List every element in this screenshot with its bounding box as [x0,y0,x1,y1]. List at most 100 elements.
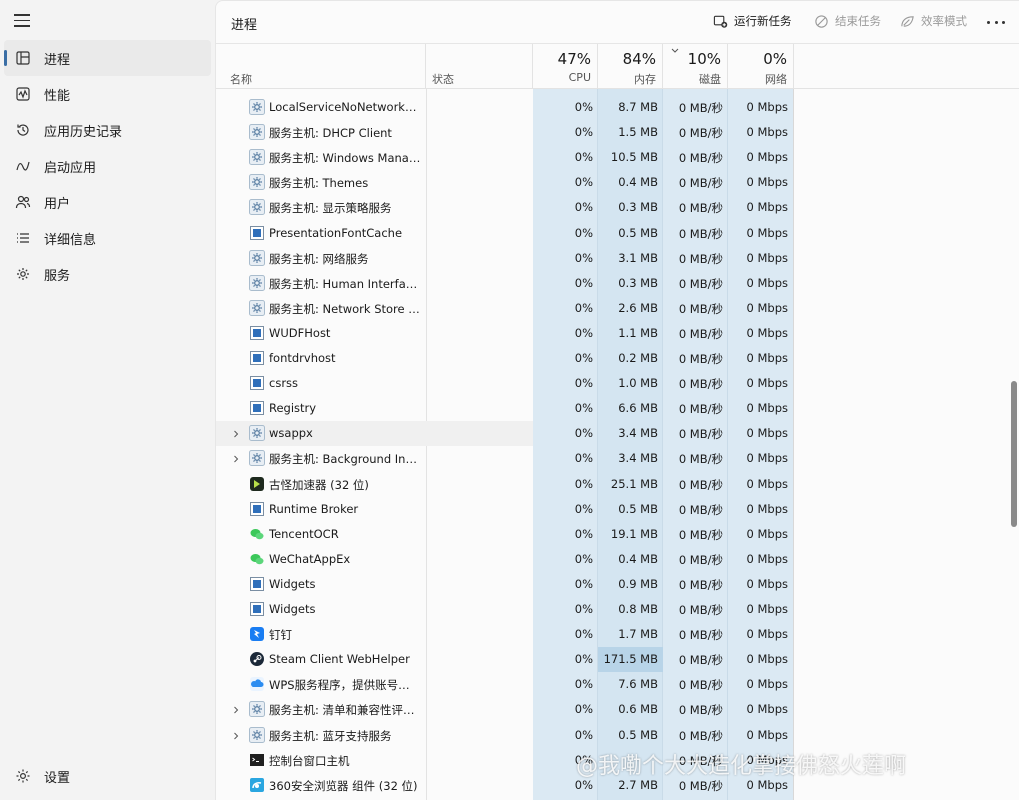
table-row[interactable]: 服务主机: Background Intelli... 0% 3.4 MB 0 MB/… [216,446,794,471]
table-row[interactable]: 服务主机: Windows Manage... 0% 10.5 MB 0 MB/秒 0 … [216,145,794,170]
cpu-value: 0% [574,275,593,290]
table-row[interactable]: PresentationFontCache 0% 0.5 MB 0 MB/秒 0 Mbp… [216,221,794,246]
table-row[interactable]: 服务主机: 蓝牙支持服务 0% 0.5 MB 0 MB/秒 0 Mbps [216,723,794,748]
table-row[interactable]: 服务主机: Human Interface ... 0% 0.3 MB 0 MB/秒 0… [216,271,794,296]
network-value: 0 Mbps [746,702,789,717]
table-row[interactable]: Steam Client WebHelper 0% 171.5 MB 0 MB/秒 0 … [216,647,794,673]
network-value: 0 Mbps [746,476,789,491]
table-row[interactable]: WPS服务程序，提供账号登录... 0% 7.6 MB 0 MB/秒 0 Mbps [216,672,794,697]
run-new-task-button[interactable]: 运行新任务 [713,13,792,29]
table-row[interactable]: 服务主机: Network Store Int... 0% 2.6 MB 0 MB/秒… [216,296,794,321]
chevron-right-icon[interactable] [231,428,241,438]
process-name: 服务主机: 显示策略服务 [269,201,392,216]
process-name: Steam Client WebHelper [269,652,410,667]
process-name: 服务主机: Windows Manage... [269,151,421,166]
disk-value: 0 MB/秒 [678,101,723,115]
table-row[interactable]: 服务主机: 显示策略服务 0% 0.3 MB 0 MB/秒 0 Mbps [216,195,794,220]
memory-value: 2.6 MB [618,300,658,315]
chevron-right-icon[interactable] [231,730,241,740]
network-value: 0 Mbps [746,200,789,215]
table-row[interactable]: 钉钉 0% 1.7 MB 0 MB/秒 0 Mbps [216,622,794,647]
column-disk[interactable]: 10% 磁盘 [663,44,728,89]
process-name: Widgets [269,576,316,591]
memory-value: 0.4 MB [618,175,658,190]
sidebar-item-label: 详细信息 [44,232,97,248]
table-row[interactable]: csrss 0% 1.0 MB 0 MB/秒 0 Mbps [216,371,794,396]
sidebar-item-settings[interactable]: 设置 [4,758,211,794]
row-status-cell [426,497,533,522]
row-status-cell [426,145,533,170]
network-value: 0 Mbps [746,376,789,391]
table-row[interactable]: LocalServiceNoNetworkFire... 0% 8.7 MB 0 MB… [216,95,794,120]
memory-label: 内存 [634,73,656,86]
window-app-icon [249,375,265,391]
accelerator-app-icon [249,476,265,492]
vertical-scrollbar[interactable] [1011,381,1017,527]
processes-icon [14,49,32,67]
sidebar-item-app-history[interactable]: 应用历史记录 [4,112,211,148]
process-name: Runtime Broker [269,501,359,516]
process-name: 服务主机: Human Interface ... [269,276,421,291]
sidebar-item-users[interactable]: 用户 [4,184,211,220]
efficiency-mode-button[interactable]: 效率模式 [900,13,967,29]
page-title: 进程 [231,18,258,33]
cpu-value: 0% [574,627,593,642]
table-row[interactable]: 服务主机: DHCP Client 0% 1.5 MB 0 MB/秒 0 Mbps [216,120,794,145]
row-status-cell [426,672,533,697]
process-name: TencentOCR [269,526,339,541]
chevron-right-icon[interactable] [231,453,241,463]
table-row[interactable]: 古怪加速器 (32 位) 0% 25.1 MB 0 MB/秒 0 Mbps [216,472,794,497]
table-row[interactable]: WeChatAppEx 0% 0.4 MB 0 MB/秒 0 Mbps [216,547,794,572]
cpu-value: 0% [574,376,593,391]
table-row[interactable]: Registry 0% 6.6 MB 0 MB/秒 0 Mbps [216,396,794,421]
sidebar-item-performance[interactable]: 性能 [4,76,211,112]
wechat-icon [249,551,265,567]
cpu-value: 0% [574,476,593,491]
table-row[interactable]: wsappx 0% 3.4 MB 0 MB/秒 0 Mbps [216,421,794,447]
table-row[interactable]: 服务主机: 网络服务 0% 3.1 MB 0 MB/秒 0 Mbps [216,246,794,271]
row-status-cell [426,421,533,447]
disk-value: 0 MB/秒 [678,728,723,743]
sidebar-item-label: 启动应用 [44,160,97,176]
table-row[interactable]: 服务主机: 清单和兼容性评估... 0% 0.6 MB 0 MB/秒 0 Mbps [216,697,794,722]
disk-value: 0 MB/秒 [678,377,723,392]
service-gear-icon [249,274,265,291]
cpu-value: 0% [574,526,593,541]
network-value: 0 Mbps [746,426,789,441]
memory-value: 1.0 MB [618,376,658,391]
table-row[interactable]: fontdrvhost 0% 0.2 MB 0 MB/秒 0 Mbps [216,346,794,371]
table-row[interactable]: 服务主机: Themes 0% 0.4 MB 0 MB/秒 0 Mbps [216,170,794,195]
end-task-button[interactable]: 结束任务 [814,13,881,29]
services-icon [14,265,32,283]
performance-icon [14,85,32,103]
table-row[interactable]: Widgets 0% 0.8 MB 0 MB/秒 0 Mbps [216,597,794,622]
sidebar-item-label: 性能 [44,88,71,104]
table-row[interactable]: Widgets 0% 0.9 MB 0 MB/秒 0 Mbps [216,572,794,597]
table-row[interactable]: WUDFHost 0% 1.1 MB 0 MB/秒 0 Mbps [216,321,794,346]
service-gear-icon [249,149,265,166]
table-row[interactable]: Runtime Broker 0% 0.5 MB 0 MB/秒 0 Mbps [216,497,794,522]
hamburger-menu-icon[interactable] [14,14,30,28]
process-name: csrss [269,376,299,391]
column-status[interactable]: 状态 [426,44,533,89]
sidebar-item-processes[interactable]: 进程 [4,40,211,76]
column-cpu[interactable]: 47% CPU [533,44,598,89]
sidebar-item-label: 设置 [44,770,71,786]
network-value: 0 Mbps [746,125,789,140]
cpu-value: 0% [574,677,593,692]
more-options-icon[interactable] [987,13,1005,31]
row-status-cell [426,446,533,471]
cpu-value: 0% [574,702,593,717]
column-memory[interactable]: 84% 内存 [598,44,663,89]
process-name: LocalServiceNoNetworkFire... [269,100,421,114]
chevron-right-icon[interactable] [231,704,241,714]
table-row[interactable]: TencentOCR 0% 19.1 MB 0 MB/秒 0 Mbps [216,522,794,547]
run-new-task-label: 运行新任务 [734,14,792,28]
sidebar-item-startup-apps[interactable]: 启动应用 [4,148,211,184]
column-network[interactable]: 0% 网络 [728,44,794,89]
row-status-cell [426,221,533,246]
disk-value: 0 MB/秒 [678,226,723,241]
sidebar-item-details[interactable]: 详细信息 [4,220,211,256]
column-name[interactable]: 名称 [216,44,426,89]
sidebar-item-services[interactable]: 服务 [4,256,211,292]
